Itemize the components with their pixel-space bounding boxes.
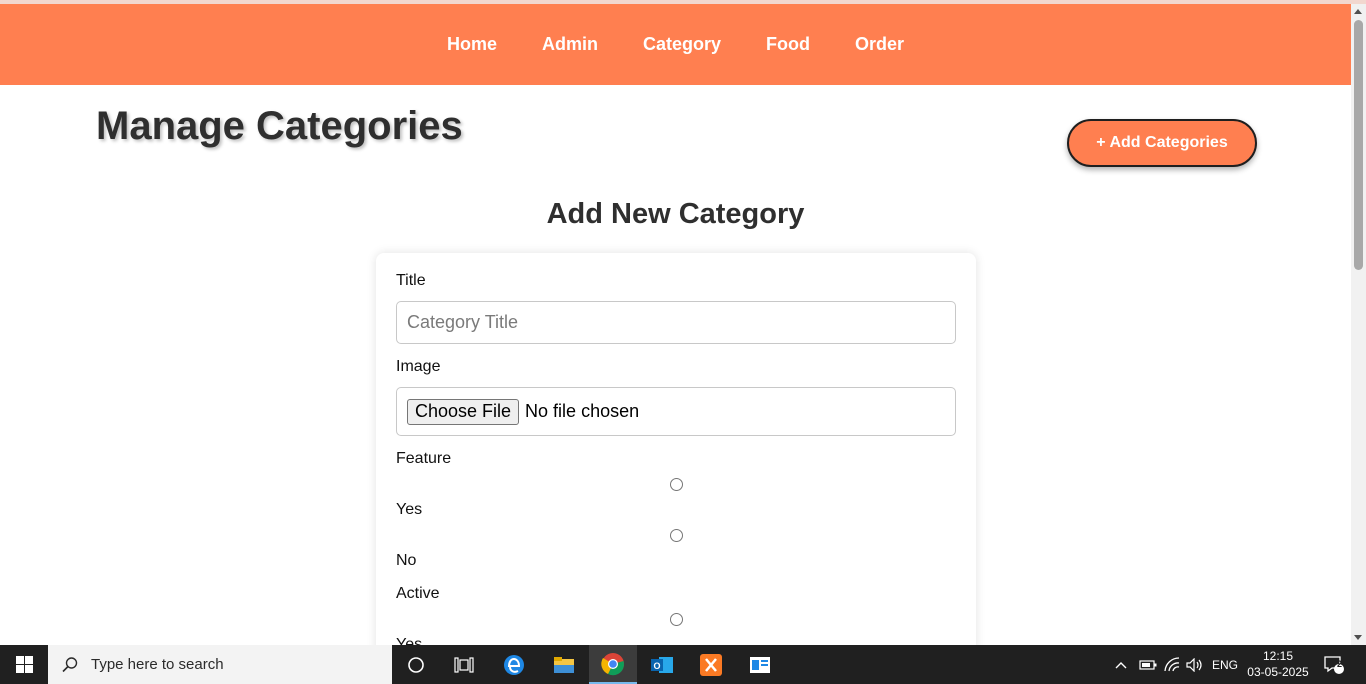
form-heading: Add New Category — [546, 198, 805, 230]
language-indicator[interactable]: ENG — [1212, 645, 1238, 684]
page-scrollbar[interactable] — [1351, 4, 1366, 645]
notifications-button[interactable]: 2 — [1324, 645, 1344, 684]
image-label: Image — [396, 358, 441, 375]
feature-label: Feature — [396, 450, 452, 467]
image-file-input: Choose File No file chosen — [396, 387, 956, 436]
wifi-icon[interactable] — [1163, 645, 1181, 684]
search-icon — [62, 656, 78, 672]
clock-date: 03-05-2025 — [1247, 665, 1309, 679]
svg-text:O: O — [653, 661, 660, 671]
active-label: Active — [396, 585, 440, 602]
feature-no-label: No — [396, 552, 417, 569]
windows-logo-icon — [15, 656, 33, 673]
top-navbar: Home Admin Category Food Order — [0, 4, 1351, 85]
feature-no-radio[interactable] — [670, 529, 683, 542]
nav-admin-link[interactable]: Admin — [542, 34, 598, 55]
battery-icon[interactable] — [1139, 645, 1157, 684]
windows-taskbar: Type here to search O ENG 12:15 03-05-20… — [0, 645, 1366, 684]
edge-browser-icon[interactable] — [490, 645, 538, 684]
scrollbar-thumb[interactable] — [1354, 20, 1363, 270]
clock-time: 12:15 — [1262, 649, 1294, 663]
add-categories-button[interactable]: + Add Categories — [1067, 119, 1257, 167]
nav-category-link[interactable]: Category — [643, 34, 721, 55]
choose-file-button[interactable]: Choose File — [407, 398, 520, 425]
feature-yes-radio[interactable] — [670, 478, 683, 491]
show-hidden-icons-icon[interactable] — [1114, 645, 1128, 684]
outlook-icon[interactable]: O — [638, 645, 686, 684]
task-view-icon[interactable] — [440, 645, 488, 684]
notification-count: 2 — [1337, 659, 1343, 669]
nav-order-link[interactable]: Order — [855, 34, 904, 55]
window-app-icon[interactable] — [736, 645, 784, 684]
xampp-icon[interactable] — [687, 645, 735, 684]
nav-food-link[interactable]: Food — [766, 34, 810, 55]
page-title: Manage Categories — [96, 104, 463, 148]
feature-yes-label: Yes — [396, 501, 423, 518]
chrome-browser-icon[interactable] — [589, 645, 637, 684]
file-status-text: No file chosen — [525, 401, 640, 421]
taskbar-search-box[interactable]: Type here to search — [48, 645, 392, 684]
taskbar-clock[interactable]: 12:15 03-05-2025 — [1240, 648, 1316, 680]
active-yes-radio[interactable] — [670, 613, 683, 626]
search-placeholder: Type here to search — [91, 656, 224, 673]
scroll-up-arrow-icon[interactable] — [1354, 9, 1362, 14]
cortana-icon[interactable] — [392, 645, 440, 684]
start-button[interactable] — [0, 645, 48, 684]
category-title-input[interactable] — [396, 301, 956, 344]
title-label: Title — [396, 272, 426, 289]
scroll-down-arrow-icon[interactable] — [1354, 635, 1362, 640]
file-explorer-icon[interactable] — [540, 645, 588, 684]
nav-home-link[interactable]: Home — [447, 34, 497, 55]
volume-icon[interactable] — [1186, 645, 1204, 684]
add-category-form: Title Image Choose File No file chosen F… — [376, 253, 976, 673]
